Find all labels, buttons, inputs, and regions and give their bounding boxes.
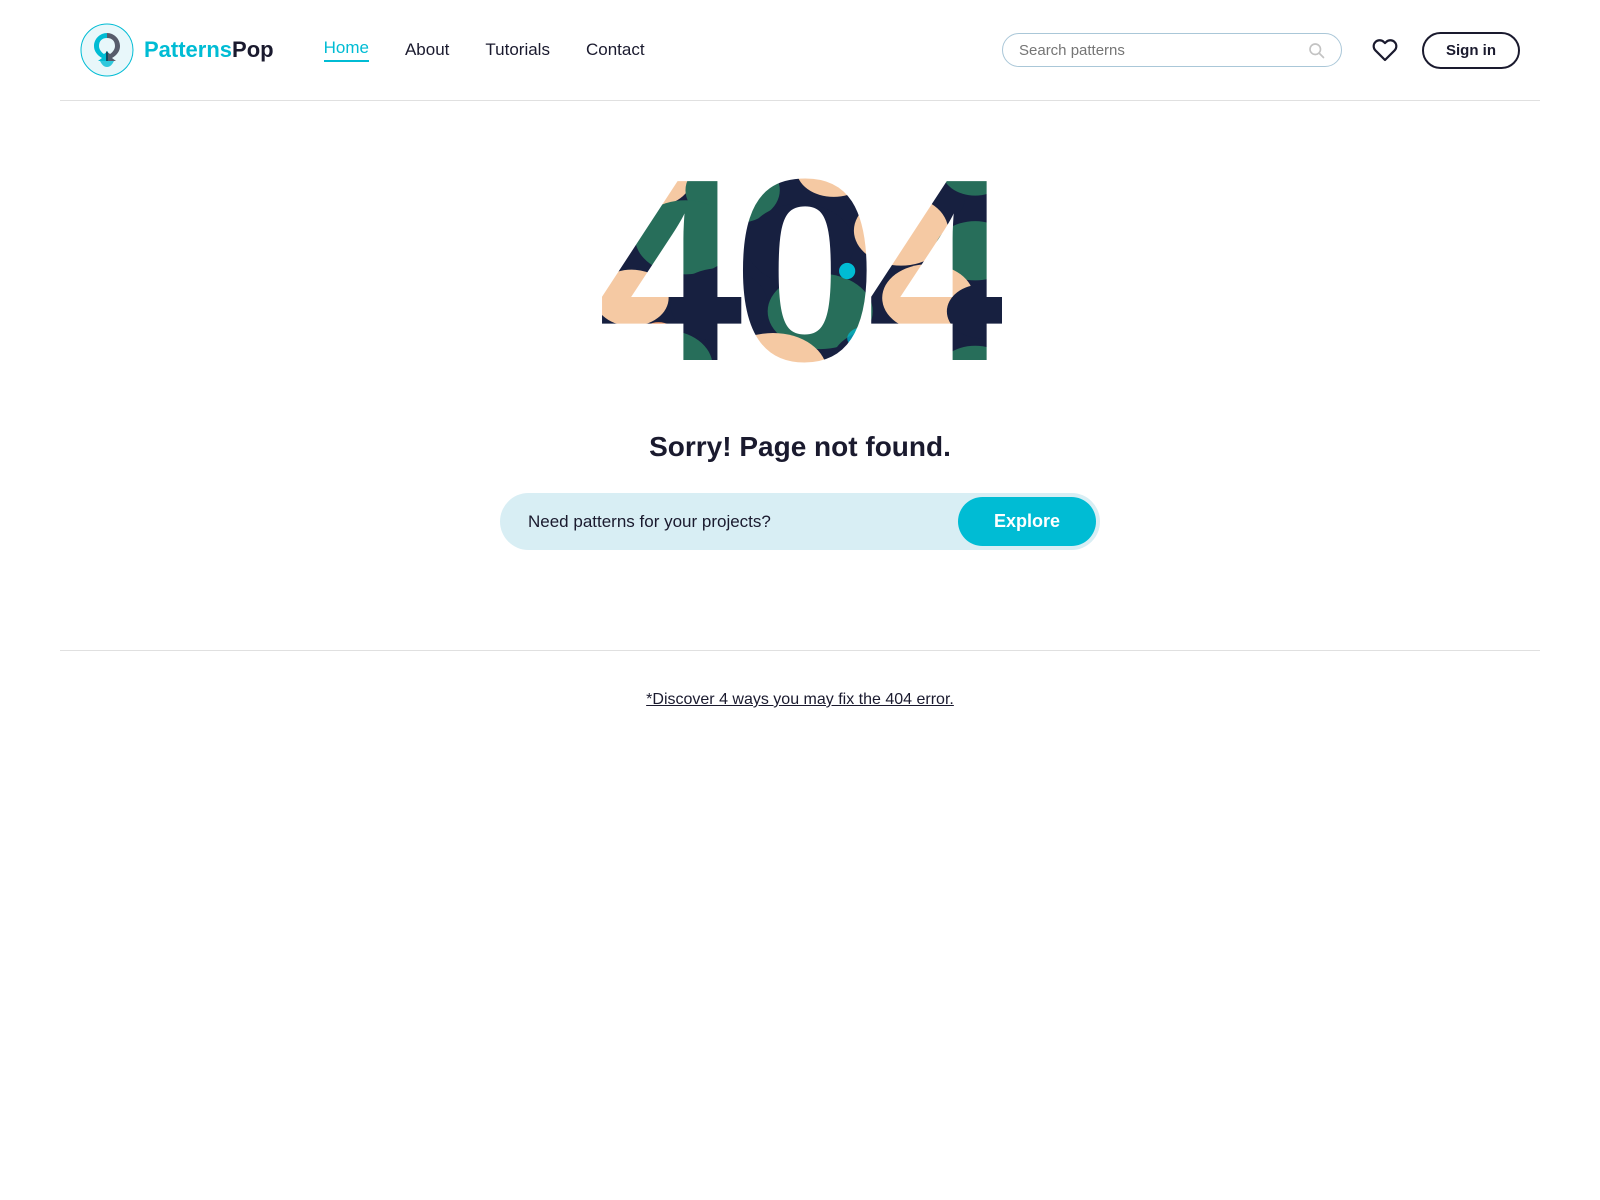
site-header: PatternsPop Home About Tutorials Contact… — [0, 0, 1600, 100]
search-icon — [1307, 41, 1325, 59]
favorites-button[interactable] — [1366, 31, 1404, 69]
heart-icon — [1372, 37, 1398, 63]
nav-contact[interactable]: Contact — [586, 40, 645, 60]
sorry-message: Sorry! Page not found. — [649, 431, 951, 463]
signin-button[interactable]: Sign in — [1422, 32, 1520, 69]
cta-text: Need patterns for your projects? — [528, 512, 946, 532]
logo-pop-text: Pop — [232, 37, 274, 62]
search-bar — [1002, 33, 1342, 67]
logo-patterns-text: Patterns — [144, 37, 232, 62]
explore-row: Need patterns for your projects? Explore — [500, 493, 1100, 550]
main-content: 404 Sorry! Page not found. Need patterns… — [0, 101, 1600, 650]
header-actions: Sign in — [1366, 31, 1520, 69]
nav-about[interactable]: About — [405, 40, 449, 60]
main-nav: Home About Tutorials Contact — [324, 38, 1002, 62]
nav-tutorials[interactable]: Tutorials — [485, 40, 550, 60]
fix-404-link[interactable]: *Discover 4 ways you may fix the 404 err… — [646, 691, 954, 709]
error-code: 404 — [598, 141, 1002, 401]
nav-home[interactable]: Home — [324, 38, 369, 62]
logo-icon — [80, 23, 134, 77]
search-input[interactable] — [1019, 42, 1307, 59]
explore-button[interactable]: Explore — [958, 497, 1096, 546]
footer-area: *Discover 4 ways you may fix the 404 err… — [0, 651, 1600, 749]
logo-link[interactable]: PatternsPop — [80, 23, 274, 77]
